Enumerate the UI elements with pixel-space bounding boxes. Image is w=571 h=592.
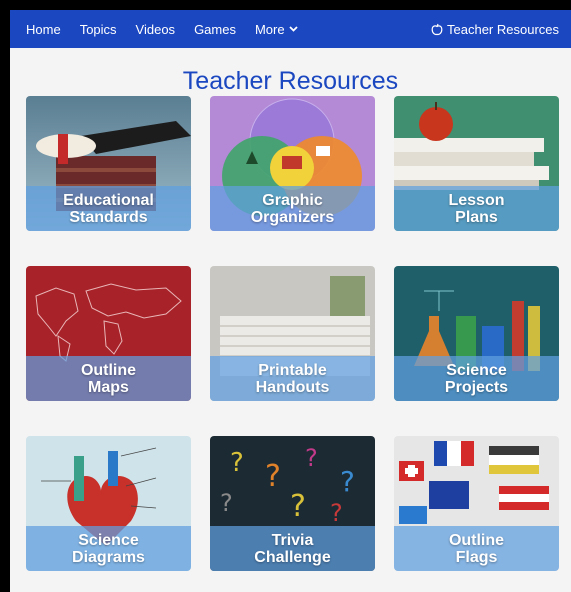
card-science-diagrams[interactable]: Science Diagrams (26, 436, 191, 571)
card-title: Outline Maps (80, 361, 137, 396)
nav-games[interactable]: Games (194, 22, 236, 37)
card-title: Graphic Organizers (250, 191, 335, 226)
svg-text:?: ? (290, 489, 306, 524)
page-title: Teacher Resources (182, 67, 399, 95)
card-printable-handouts[interactable]: Printable Handouts (210, 266, 375, 401)
card-title: Printable Handouts (255, 361, 330, 396)
teacher-resources-label: Teacher Resources (447, 21, 559, 37)
card-title: Science Diagrams (72, 531, 145, 566)
svg-text:?: ? (305, 444, 318, 472)
apple-icon (431, 23, 443, 35)
card-title: Lesson Plans (448, 191, 505, 226)
nav-videos[interactable]: Videos (136, 22, 176, 37)
card-graphic-organizers[interactable]: Graphic Organizers (210, 96, 375, 231)
svg-text:?: ? (340, 465, 355, 498)
card-label-overlay: Graphic Organizers (210, 186, 375, 231)
card-title: Outline Flags (448, 531, 505, 566)
svg-text:?: ? (265, 459, 281, 494)
chevron-down-icon (288, 26, 298, 32)
card-label-overlay: Educational Standards (26, 186, 191, 231)
svg-text:?: ? (220, 489, 233, 517)
nav-home[interactable]: Home (26, 22, 61, 37)
card-title: Educational Standards (63, 191, 154, 226)
card-label-overlay: Outline Maps (26, 356, 191, 401)
card-label-overlay: Trivia Challenge (210, 526, 375, 571)
svg-text:?: ? (230, 448, 244, 478)
top-navbar: Home Topics Videos Games More Teacher Re… (10, 10, 571, 48)
nav-more-label: More (254, 21, 285, 37)
card-outline-flags[interactable]: Outline Flags (394, 436, 559, 571)
page-frame: Home Topics Videos Games More Teacher Re… (10, 10, 571, 592)
card-trivia-challenge[interactable]: ? ? ? ? ? ? ? Trivia Challenge (210, 436, 375, 571)
card-label-overlay: Science Diagrams (26, 526, 191, 571)
card-outline-maps[interactable]: Outline Maps (26, 266, 191, 401)
nav-teacher-resources[interactable]: Teacher Resources (431, 22, 559, 37)
card-label-overlay: Printable Handouts (210, 356, 375, 401)
card-educational-standards[interactable]: Educational Standards (26, 96, 191, 231)
card-lesson-plans[interactable]: Lesson Plans (394, 96, 559, 231)
card-title: Science Projects (444, 361, 509, 396)
card-label-overlay: Outline Flags (394, 526, 559, 571)
nav-topics[interactable]: Topics (80, 22, 117, 37)
card-label-overlay: Science Projects (394, 356, 559, 401)
svg-text:?: ? (330, 499, 343, 527)
card-label-overlay: Lesson Plans (394, 186, 559, 231)
nav-more-dropdown[interactable]: More (255, 22, 298, 37)
card-title: Trivia Challenge (254, 531, 331, 566)
card-science-projects[interactable]: Science Projects (394, 266, 559, 401)
